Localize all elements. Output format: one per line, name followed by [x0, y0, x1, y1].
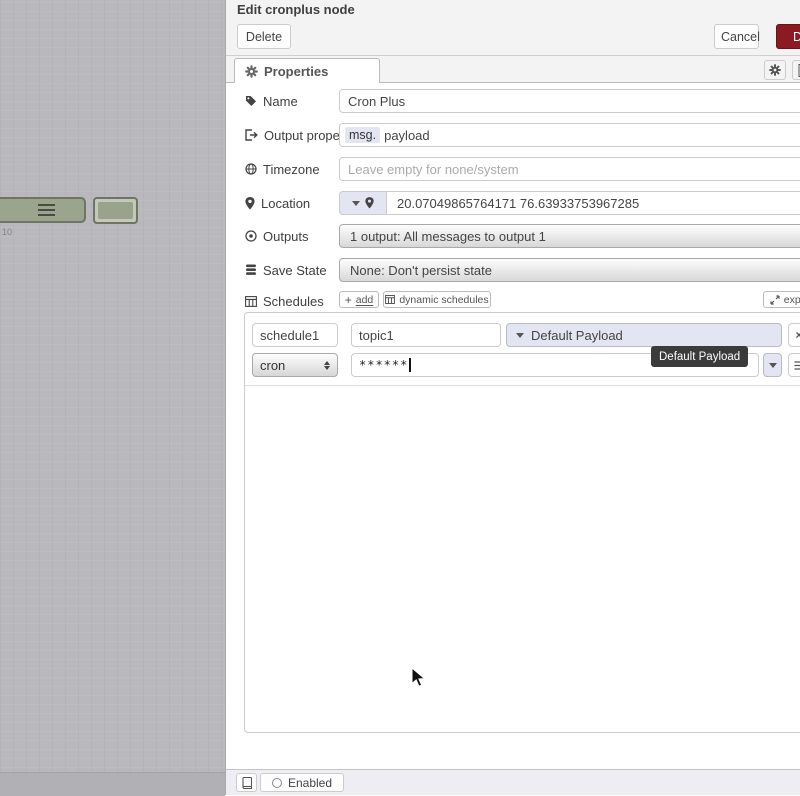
- schedule-type-value: cron: [260, 358, 285, 373]
- text-cursor: [409, 358, 411, 372]
- tag-icon: [245, 95, 257, 107]
- delete-button[interactable]: Delete: [237, 24, 291, 49]
- close-icon: ×: [795, 328, 800, 342]
- schedule-type-select[interactable]: cron: [252, 353, 338, 377]
- dot-circle-icon: [245, 230, 257, 242]
- add-schedule-button[interactable]: + add: [339, 291, 379, 308]
- chevron-down-icon: [352, 201, 360, 206]
- outputs-selected-option: 1 output: All messages to output 1: [350, 229, 546, 244]
- schedule-name-input[interactable]: [252, 323, 338, 347]
- workspace-bottom-strip: [0, 772, 225, 796]
- plus-icon: +: [345, 294, 352, 306]
- show-help-button[interactable]: [236, 773, 257, 792]
- save-state-selected-option: None: Don't persist state: [350, 263, 492, 278]
- hamburger-icon: [794, 361, 800, 370]
- hamburger-icon: [38, 204, 55, 219]
- payload-tooltip: Default Payload: [651, 346, 748, 367]
- save-state-select[interactable]: None: Don't persist state: [339, 258, 800, 282]
- expression-type-button[interactable]: [763, 353, 782, 377]
- node-enabled-toggle[interactable]: Enabled: [260, 773, 344, 792]
- cancel-button[interactable]: Cancel: [714, 24, 759, 49]
- map-marker-icon: [245, 197, 255, 210]
- gear-icon: [245, 65, 258, 78]
- location-label: Location: [245, 191, 310, 215]
- database-icon: [245, 264, 257, 276]
- tab-bar: Properties: [226, 56, 800, 83]
- gear-icon: [769, 64, 781, 76]
- node-settings-button[interactable]: [764, 60, 786, 80]
- tray-header: Edit cronplus node Delete Cancel Done: [226, 0, 800, 56]
- payload-type-label: Default Payload: [531, 328, 623, 343]
- enabled-label: Enabled: [288, 776, 332, 790]
- circle-icon: [272, 778, 282, 788]
- tab-properties[interactable]: Properties: [234, 58, 380, 83]
- flow-node-partial[interactable]: [0, 197, 86, 223]
- payload-typed-input[interactable]: Default Payload: [506, 323, 782, 347]
- expand-schedules-button[interactable]: expand: [763, 291, 800, 308]
- schedule-list-container: Default Payload × cron ******: [244, 312, 800, 733]
- dynamic-schedules-button[interactable]: dynamic schedules: [383, 291, 491, 308]
- location-type-select[interactable]: [339, 191, 387, 215]
- schedules-label: Schedules: [245, 289, 324, 313]
- remove-schedule-button[interactable]: ×: [788, 323, 800, 347]
- select-arrows-icon: [324, 361, 330, 370]
- globe-icon: [245, 163, 257, 175]
- schedule-topic-input[interactable]: [351, 323, 501, 347]
- outputs-select[interactable]: 1 output: All messages to output 1: [339, 224, 800, 248]
- location-value: 20.07049865764171 76.63933753967285: [397, 196, 639, 211]
- workspace-overlay: 10: [0, 0, 225, 795]
- location-input[interactable]: 20.07049865764171 76.63933753967285: [339, 191, 800, 215]
- timezone-input[interactable]: [339, 157, 800, 181]
- expand-icon: [770, 295, 780, 305]
- node-help-button[interactable]: [792, 60, 800, 80]
- divider: [245, 385, 800, 386]
- name-input[interactable]: [339, 89, 800, 113]
- sign-out-icon: [245, 129, 258, 141]
- name-label: Name: [245, 89, 298, 113]
- msg-prefix-chip[interactable]: msg.: [345, 127, 380, 143]
- flow-node-button[interactable]: [93, 197, 138, 224]
- chevron-down-icon: [769, 363, 777, 368]
- done-button[interactable]: Done: [776, 24, 800, 49]
- chevron-down-icon: [516, 333, 524, 338]
- timezone-label: Timezone: [245, 157, 320, 181]
- tray-footer: Enabled: [226, 769, 800, 795]
- book-icon: [241, 777, 252, 789]
- schedule-menu-button[interactable]: [788, 353, 800, 377]
- tab-properties-label: Properties: [264, 64, 328, 79]
- output-property-value: payload: [384, 128, 430, 143]
- table-icon: [245, 296, 257, 307]
- save-state-label: Save State: [245, 258, 327, 282]
- edit-tray: Edit cronplus node Delete Cancel Done Pr…: [225, 0, 800, 795]
- map-marker-icon: [365, 197, 374, 209]
- output-property-label: Output property: [245, 123, 354, 147]
- dialog-title: Edit cronplus node: [237, 2, 355, 17]
- workspace-partial-label: 10: [2, 227, 12, 237]
- table-icon: [385, 295, 395, 304]
- cron-expression-value: ******: [359, 358, 408, 372]
- outputs-label: Outputs: [245, 224, 309, 248]
- output-property-input[interactable]: msg. payload: [339, 123, 800, 147]
